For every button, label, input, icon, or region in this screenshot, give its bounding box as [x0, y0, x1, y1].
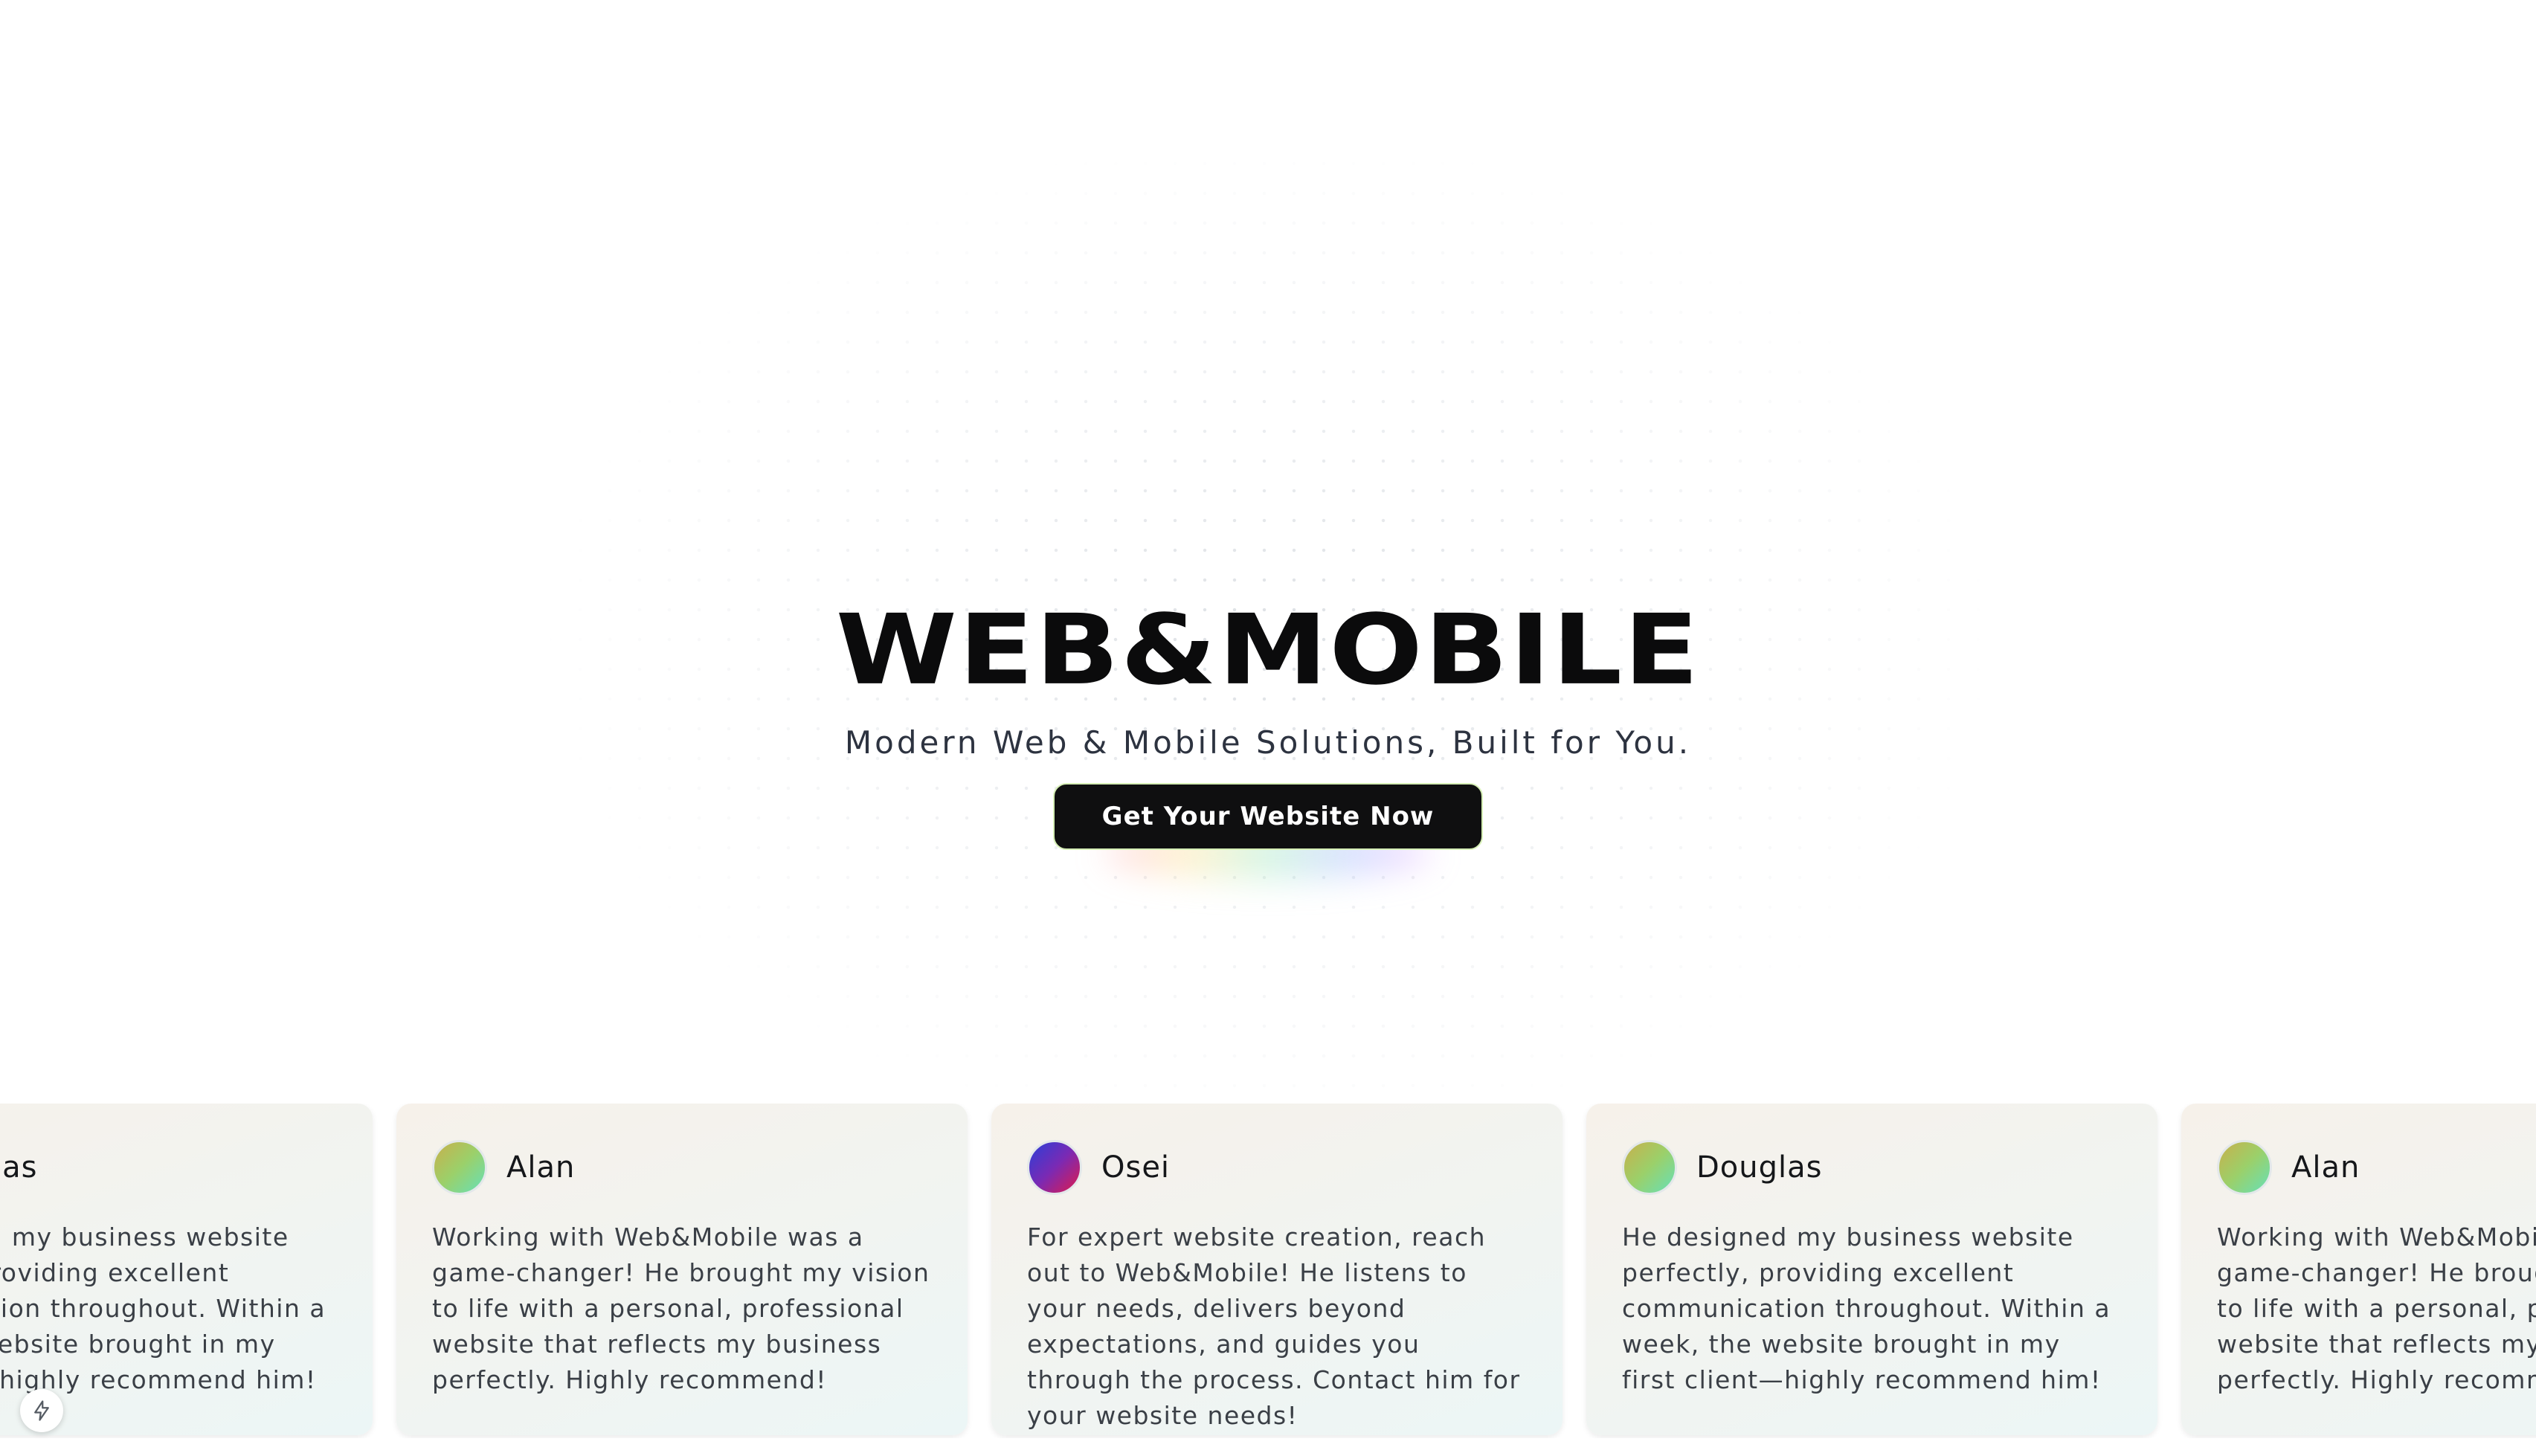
- testimonial-header: Douglas: [1622, 1138, 2122, 1197]
- testimonial-quote: For expert website creation, reach out t…: [1027, 1223, 1521, 1430]
- avatar: [432, 1140, 487, 1195]
- testimonial-header: Alan: [432, 1138, 932, 1197]
- testimonial-name: Osei: [1101, 1150, 1171, 1185]
- testimonial-header: Osei: [1027, 1138, 1527, 1197]
- brand-title: WEB&MOBILE: [835, 593, 1701, 706]
- testimonial-card: Douglas He designed my business website …: [1586, 1104, 2157, 1435]
- testimonial-quote: He designed my business website perfectl…: [0, 1223, 326, 1394]
- testimonial-quote: He designed my business website perfectl…: [1622, 1223, 2111, 1394]
- cta-wrapper: Get Your Website Now: [1052, 783, 1484, 880]
- testimonial-card: Douglas He designed my business website …: [0, 1104, 373, 1435]
- testimonial-quote: Working with Web&Mobile was a game-chang…: [432, 1223, 930, 1394]
- testimonial-name: Alan: [506, 1150, 576, 1185]
- hero-tagline: Modern Web & Mobile Solutions, Built for…: [844, 724, 1692, 761]
- avatar: [1622, 1140, 1677, 1195]
- testimonial-name: Alan: [2291, 1150, 2360, 1185]
- lightning-icon: [34, 1400, 49, 1421]
- dot-grid-background: [0, 0, 2536, 1115]
- landing-page: WEB&MOBILE Modern Web & Mobile Solutions…: [0, 0, 2536, 1456]
- avatar: [1027, 1140, 1082, 1195]
- testimonials-track: Douglas He designed my business website …: [0, 1104, 2536, 1435]
- testimonial-card: Alan Working with Web&Mobile was a game-…: [2181, 1104, 2536, 1435]
- testimonial-card: Osei For expert website creation, reach …: [991, 1104, 1563, 1435]
- testimonials-carousel[interactable]: Douglas He designed my business website …: [0, 1104, 2536, 1438]
- testimonial-name: Douglas: [0, 1150, 38, 1185]
- testimonial-quote: Working with Web&Mobile was a game-chang…: [2217, 1223, 2536, 1394]
- floating-action-button[interactable]: [20, 1389, 63, 1432]
- testimonial-header: Alan: [2217, 1138, 2536, 1197]
- testimonial-name: Douglas: [1696, 1150, 1823, 1185]
- get-website-button[interactable]: Get Your Website Now: [1052, 783, 1484, 850]
- testimonial-card: Alan Working with Web&Mobile was a game-…: [396, 1104, 968, 1435]
- hero-section: WEB&MOBILE Modern Web & Mobile Solutions…: [0, 593, 2536, 880]
- testimonial-header: Douglas: [0, 1138, 337, 1197]
- avatar: [2217, 1140, 2272, 1195]
